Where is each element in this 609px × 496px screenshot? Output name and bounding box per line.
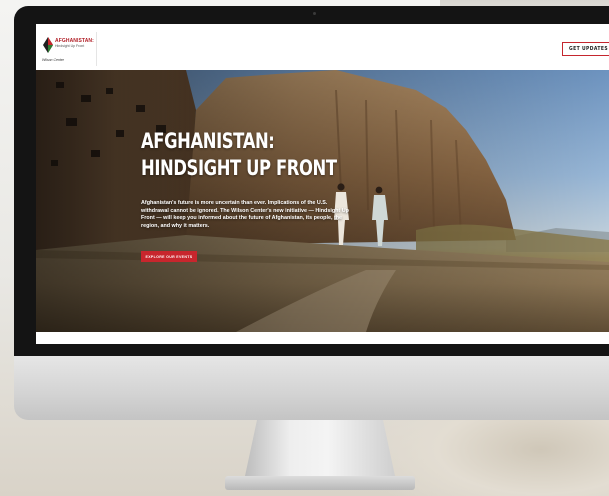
logo-mark-icon bbox=[43, 37, 53, 53]
hero-title-line-1: AFGHANISTAN: bbox=[141, 129, 275, 153]
webcam-icon bbox=[313, 12, 316, 15]
org-name: Wilson Center bbox=[42, 58, 64, 62]
monitor-chin bbox=[14, 356, 609, 420]
content-strip bbox=[36, 332, 609, 344]
monitor-stand bbox=[245, 420, 395, 476]
monitor-screen: AFGHANISTAN: Hindsight Up Front Wilson C… bbox=[36, 24, 609, 344]
monitor-stand-base bbox=[225, 476, 415, 490]
get-updates-button[interactable]: GET UPDATES bbox=[562, 42, 609, 56]
hero-title: AFGHANISTAN: HINDSIGHT UP FRONT bbox=[141, 128, 337, 182]
hero-description: Afghanistan's future is more uncertain t… bbox=[141, 200, 349, 229]
site-logo[interactable]: AFGHANISTAN: Hindsight Up Front Wilson C… bbox=[40, 32, 97, 66]
site-header: AFGHANISTAN: Hindsight Up Front Wilson C… bbox=[36, 28, 609, 70]
logo-subtitle: Hindsight Up Front bbox=[55, 44, 85, 48]
hero-section: AFGHANISTAN: HINDSIGHT UP FRONT Afghanis… bbox=[36, 70, 609, 332]
hero-title-line-2: HINDSIGHT UP FRONT bbox=[141, 156, 337, 180]
explore-events-button[interactable]: EXPLORE OUR EVENTS bbox=[141, 251, 197, 262]
